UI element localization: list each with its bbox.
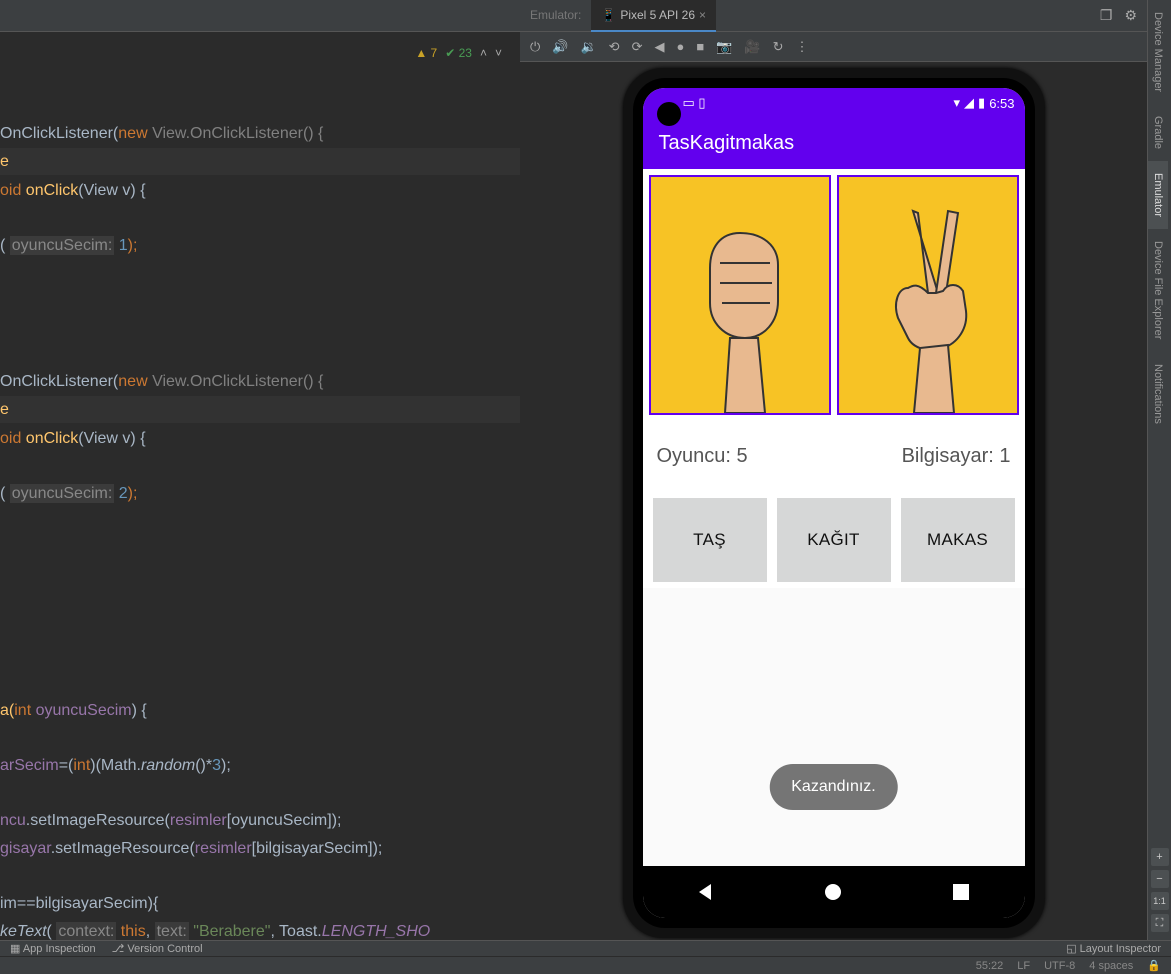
window-restore-icon[interactable]: ❐ bbox=[1100, 7, 1113, 24]
zoom-in-button[interactable]: + bbox=[1151, 848, 1169, 866]
wifi-icon: ▾ bbox=[954, 95, 961, 111]
device-manager-tool[interactable]: Device Manager bbox=[1148, 0, 1168, 104]
status-bar: ▭ ▯ ▾ ◢ ▮ 6:53 bbox=[643, 88, 1025, 118]
android-nav-bar bbox=[643, 866, 1025, 918]
snapshot-icon[interactable]: ↻ bbox=[773, 39, 784, 55]
indent[interactable]: 4 spaces bbox=[1089, 960, 1133, 972]
volume-down-icon[interactable]: 🔉 bbox=[580, 39, 596, 55]
toast-message: Kazandınız. bbox=[769, 764, 898, 810]
phone-icon: 📱 bbox=[601, 8, 616, 22]
emulator-tab-label: Pixel 5 API 26 bbox=[620, 8, 695, 22]
zoom-out-button[interactable]: − bbox=[1151, 870, 1169, 888]
app-bar-title: TasKagitmakas bbox=[643, 118, 1025, 169]
cpu-hand-image bbox=[837, 175, 1019, 415]
scissors-button[interactable]: MAKAS bbox=[901, 498, 1015, 582]
device-frame: ▭ ▯ ▾ ◢ ▮ 6:53 TasKagitmakas bbox=[623, 68, 1045, 938]
emulator-toolbar: ⏻ 🔊 🔉 ⟲ ⟳ ◀ ● ■ 📷 🎥 ↻ ⋮ bbox=[520, 32, 1147, 62]
nav-back-icon[interactable] bbox=[695, 881, 717, 903]
lock-icon[interactable]: 🔒 bbox=[1147, 959, 1161, 972]
home-icon[interactable]: ● bbox=[676, 39, 684, 54]
overview-icon[interactable]: ■ bbox=[696, 39, 704, 54]
player-hand-image bbox=[649, 175, 831, 415]
zoom-actual-button[interactable]: 1:1 bbox=[1151, 892, 1169, 910]
close-tab-icon[interactable]: × bbox=[699, 8, 706, 22]
settings-icon[interactable]: ⚙ bbox=[1124, 7, 1137, 24]
code-area[interactable]: OnClickListener(new View.OnClickListener… bbox=[0, 92, 520, 940]
layout-inspector-tool[interactable]: ◱ Layout Inspector bbox=[1066, 942, 1171, 955]
status-icon: ▭ ▯ bbox=[683, 95, 706, 111]
player-score: Oyuncu: 5 bbox=[657, 445, 748, 468]
paper-button[interactable]: KAĞIT bbox=[777, 498, 891, 582]
warning-icon[interactable]: ▲ 7 bbox=[415, 46, 437, 60]
camera-punch-hole bbox=[657, 102, 681, 126]
nav-home-icon[interactable] bbox=[822, 881, 844, 903]
notifications-tool[interactable]: Notifications bbox=[1148, 352, 1168, 436]
rotate-left-icon[interactable]: ⟲ bbox=[609, 39, 620, 55]
signal-icon: ◢ bbox=[964, 95, 974, 111]
version-control-tool[interactable]: ⎇ Version Control bbox=[112, 942, 203, 955]
nav-down-icon[interactable]: ˅ bbox=[495, 46, 502, 60]
emulator-label: Emulator: bbox=[520, 0, 591, 32]
zoom-fit-button[interactable]: ⛶ bbox=[1151, 914, 1169, 932]
battery-icon: ▮ bbox=[978, 95, 985, 111]
caret-position[interactable]: 55:22 bbox=[976, 960, 1004, 972]
back-icon[interactable]: ◀ bbox=[654, 39, 664, 55]
status-bar-ide: 55:22 LF UTF-8 4 spaces 🔒 bbox=[0, 956, 1171, 974]
status-time: 6:53 bbox=[989, 96, 1014, 111]
app-inspection-tool[interactable]: ▦ App Inspection bbox=[10, 942, 96, 955]
nav-overview-icon[interactable] bbox=[950, 881, 972, 903]
device-file-explorer-tool[interactable]: Device File Explorer bbox=[1148, 229, 1168, 351]
gradle-tool[interactable]: Gradle bbox=[1148, 104, 1168, 161]
nav-up-icon[interactable]: ˄ bbox=[480, 46, 487, 60]
screenshot-icon[interactable]: 📷 bbox=[716, 39, 732, 55]
code-editor[interactable]: ▲ 7 ✔ 23 ˄ ˅ OnClickListener(new View.On… bbox=[0, 32, 520, 940]
more-icon[interactable]: ⋮ bbox=[795, 39, 808, 55]
emulator-tab[interactable]: 📱 Pixel 5 API 26 × bbox=[591, 0, 716, 32]
line-separator[interactable]: LF bbox=[1017, 960, 1030, 972]
rock-button[interactable]: TAŞ bbox=[653, 498, 767, 582]
record-icon[interactable]: 🎥 bbox=[744, 39, 760, 55]
ok-icon[interactable]: ✔ 23 bbox=[445, 46, 472, 60]
cpu-score: Bilgisayar: 1 bbox=[902, 445, 1011, 468]
emulator-tool[interactable]: Emulator bbox=[1148, 161, 1168, 229]
power-icon[interactable]: ⏻ bbox=[530, 39, 540, 55]
encoding[interactable]: UTF-8 bbox=[1044, 960, 1075, 972]
volume-up-icon[interactable]: 🔊 bbox=[552, 39, 568, 55]
rotate-right-icon[interactable]: ⟳ bbox=[632, 39, 643, 55]
